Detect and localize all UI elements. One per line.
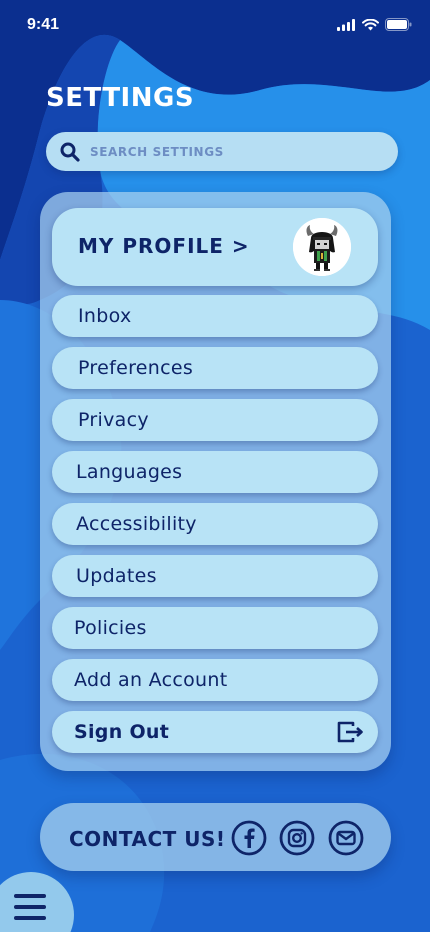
- menu-item-label: Preferences: [78, 357, 194, 379]
- menu-item-add-account[interactable]: Add an Account: [52, 659, 378, 701]
- search-icon: [60, 142, 80, 162]
- menu-item-label: Add an Account: [74, 669, 228, 691]
- search-input[interactable]: [90, 132, 390, 171]
- signal-icon: [337, 18, 355, 31]
- instagram-icon[interactable]: [279, 820, 315, 856]
- avatar-image: [293, 218, 351, 276]
- menu-item-label: Accessibility: [76, 513, 197, 535]
- my-profile-button[interactable]: MY PROFILE >: [52, 208, 378, 286]
- menu-item-accessibility[interactable]: Accessibility: [52, 503, 378, 545]
- menu-item-label: Privacy: [78, 409, 149, 431]
- menu-item-label: Languages: [76, 461, 183, 483]
- search-bar[interactable]: [46, 132, 398, 171]
- menu-item-label: Updates: [76, 565, 157, 587]
- wifi-icon: [362, 18, 379, 30]
- settings-panel: MY PROFILE > Inbox Preferences Privacy L…: [40, 192, 391, 771]
- contact-bar: CONTACT US!: [40, 803, 391, 871]
- menu-item-privacy[interactable]: Privacy: [52, 399, 378, 441]
- menu-item-policies[interactable]: Policies: [52, 607, 378, 649]
- menu-item-label: Policies: [74, 617, 147, 639]
- menu-item-inbox[interactable]: Inbox: [52, 295, 378, 337]
- page-title: SETTINGS: [46, 83, 195, 113]
- sign-out-button[interactable]: Sign Out: [52, 711, 378, 753]
- my-profile-label: MY PROFILE >: [78, 234, 250, 258]
- sign-out-icon: [337, 721, 363, 743]
- status-time: 9:41: [27, 16, 60, 33]
- menu-item-updates[interactable]: Updates: [52, 555, 378, 597]
- hamburger-menu-icon: [14, 894, 46, 920]
- menu-item-label: Inbox: [78, 305, 132, 327]
- menu-item-languages[interactable]: Languages: [52, 451, 378, 493]
- status-icons: [337, 18, 412, 31]
- sign-out-label: Sign Out: [74, 721, 170, 743]
- status-bar: 9:41: [0, 0, 430, 54]
- menu-item-preferences[interactable]: Preferences: [52, 347, 378, 389]
- mail-icon[interactable]: [328, 820, 364, 856]
- avatar[interactable]: [293, 218, 351, 276]
- battery-icon: [385, 18, 412, 31]
- contact-label: CONTACT US!: [69, 827, 226, 851]
- facebook-icon[interactable]: [231, 820, 267, 856]
